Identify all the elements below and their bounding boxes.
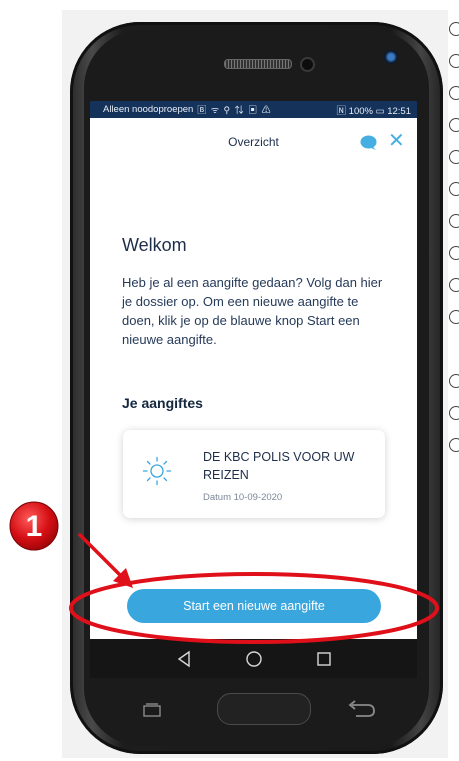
radio-option[interactable] bbox=[449, 54, 459, 68]
start-new-claim-button[interactable]: Start een nieuwe aangifte bbox=[127, 589, 381, 623]
phone-screen: Alleen noodoproepen 🄱 ᯤ ⚲ ⇅ ▣ ⚠ 🄽 100% ▭… bbox=[90, 101, 417, 678]
radio-option[interactable] bbox=[449, 246, 459, 260]
radio-option[interactable] bbox=[449, 278, 459, 292]
close-icon[interactable]: ✕ bbox=[388, 131, 405, 151]
radio-option[interactable] bbox=[449, 374, 459, 388]
radio-option[interactable] bbox=[449, 150, 459, 164]
claim-date: Datum 10-09-2020 bbox=[203, 492, 283, 503]
radio-option[interactable] bbox=[449, 22, 459, 36]
radio-option[interactable] bbox=[449, 118, 459, 132]
radio-option[interactable] bbox=[449, 310, 459, 324]
step-number-badge: 1 bbox=[9, 501, 59, 551]
home-circle-icon[interactable] bbox=[244, 649, 264, 669]
claims-section-title: Je aangiftes bbox=[122, 395, 203, 411]
sun-icon bbox=[142, 456, 172, 486]
claim-card[interactable]: DE KBC POLIS VOOR UW REIZEN Datum 10-09-… bbox=[123, 430, 385, 518]
back-triangle-icon[interactable] bbox=[174, 649, 194, 669]
radio-option[interactable] bbox=[449, 406, 459, 420]
front-camera bbox=[384, 50, 398, 64]
hardware-home-button[interactable] bbox=[217, 693, 311, 725]
radio-option[interactable] bbox=[449, 86, 459, 100]
hardware-recents-icon[interactable] bbox=[143, 703, 161, 717]
android-nav-bar bbox=[90, 639, 417, 678]
step-number-text: 1 bbox=[26, 510, 43, 543]
status-carrier-text: Alleen noodoproepen bbox=[103, 104, 194, 115]
proximity-sensor bbox=[300, 57, 315, 72]
status-icons: 🄱 ᯤ ⚲ ⇅ ▣ ⚠ bbox=[197, 105, 272, 115]
radio-option[interactable] bbox=[449, 438, 459, 452]
claim-title: DE KBC POLIS VOOR UW REIZEN bbox=[203, 450, 355, 482]
app-header: Overzicht ✕ bbox=[90, 118, 417, 166]
chat-bubble-icon[interactable] bbox=[360, 135, 377, 150]
hardware-back-icon[interactable] bbox=[346, 700, 376, 718]
status-battery-clock: 🄽 100% ▭ 12:51 bbox=[336, 105, 411, 117]
welcome-heading: Welkom bbox=[122, 235, 187, 255]
status-bar: Alleen noodoproepen 🄱 ᯤ ⚲ ⇅ ▣ ⚠ 🄽 100% ▭… bbox=[90, 101, 417, 118]
recents-square-icon[interactable] bbox=[314, 649, 334, 669]
welcome-text: Heb je al een aangifte gedaan? Volg dan … bbox=[122, 275, 383, 347]
earpiece-speaker bbox=[224, 59, 292, 69]
radio-option[interactable] bbox=[449, 214, 459, 228]
radio-option[interactable] bbox=[449, 182, 459, 196]
